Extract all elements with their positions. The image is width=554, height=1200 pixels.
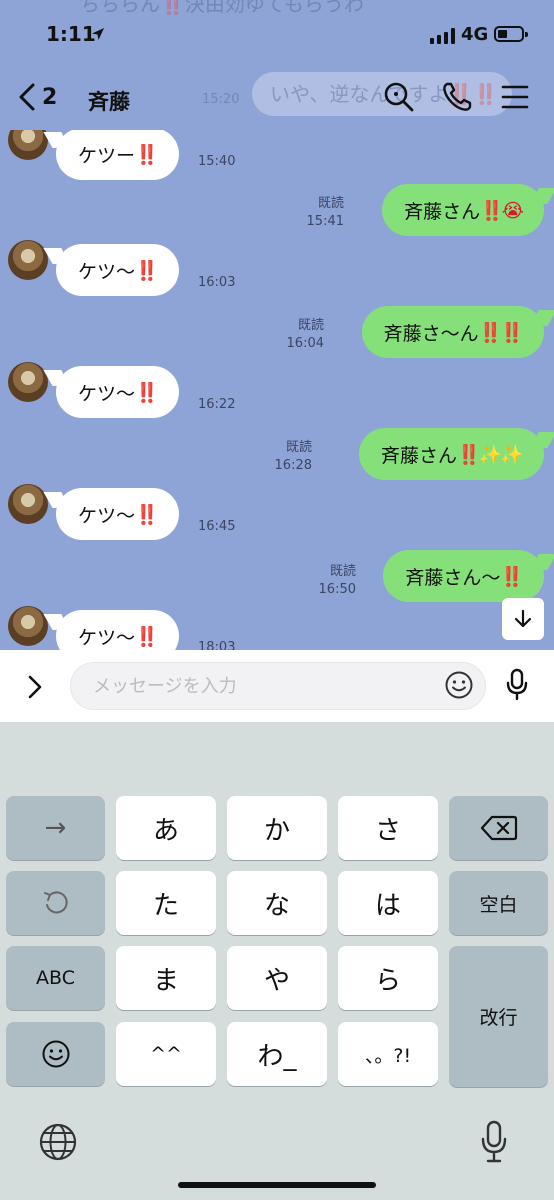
key-punctuation[interactable]: 、。?! [338, 1022, 438, 1086]
incoming-message[interactable]: ケツー ‼️ [56, 130, 179, 180]
message-text: ケツ〜 [78, 504, 136, 527]
chevron-left-icon [19, 83, 35, 111]
key-ma[interactable]: ま [116, 946, 216, 1010]
scroll-to-bottom-button[interactable] [502, 598, 544, 640]
chat-header: 2 斉藤 [0, 64, 554, 130]
dictation-microphone-icon[interactable] [480, 1120, 508, 1164]
return-key[interactable]: 改行 [449, 946, 548, 1087]
status-time: 1:11 [46, 22, 96, 46]
message-time: 18:03 [198, 640, 236, 650]
chat-title: 斉藤 [88, 90, 130, 114]
message-text: ケツー [78, 144, 136, 167]
message-text: 斉藤さ〜ん [383, 322, 479, 345]
message-emoji: ‼️‼️ [478, 321, 524, 344]
search-icon[interactable] [382, 80, 416, 114]
message-text: 斉藤さん [381, 444, 458, 467]
abc-key[interactable]: ABC [6, 946, 105, 1010]
globe-icon[interactable] [38, 1122, 78, 1162]
key-ra[interactable]: ら [338, 946, 438, 1010]
outgoing-message[interactable]: 斉藤さ〜ん ‼️‼️ [361, 306, 544, 358]
key-arrow-right[interactable]: → [6, 796, 105, 860]
smiley-icon [42, 1040, 69, 1068]
message-emoji: ‼️ [135, 503, 159, 526]
emoji-icon[interactable] [444, 670, 474, 700]
message-text: 斉藤さん [404, 200, 481, 223]
avatar[interactable] [8, 240, 48, 280]
key-sa[interactable]: さ [338, 796, 438, 860]
message-time: 16:22 [198, 397, 236, 412]
back-button[interactable]: 2 [18, 82, 57, 112]
read-receipt: 既読 [285, 440, 312, 455]
outgoing-message[interactable]: 斉藤さん ‼️😭 [382, 184, 544, 236]
microphone-icon[interactable] [505, 668, 529, 702]
incoming-message[interactable]: ケツ〜 ‼️ [56, 366, 179, 418]
undo-key[interactable] [6, 871, 105, 935]
battery-icon [494, 26, 528, 42]
message-time: 16:03 [198, 275, 236, 290]
incoming-message[interactable]: ケツ〜 ‼️ [56, 610, 179, 650]
outgoing-message[interactable]: 斉藤さん〜 ‼️ [383, 550, 544, 602]
arrow-down-icon [514, 609, 532, 628]
key-a[interactable]: あ [116, 796, 216, 860]
key-ya[interactable]: や [227, 946, 327, 1010]
message-time: 16:04 [286, 336, 324, 351]
message-emoji: ‼️ [135, 381, 159, 404]
home-indicator [178, 1182, 376, 1188]
incoming-message[interactable]: ケツ〜 ‼️ [56, 244, 179, 296]
menu-icon[interactable] [498, 80, 532, 114]
chevron-right-icon[interactable] [22, 672, 48, 702]
avatar[interactable] [8, 606, 48, 646]
read-receipt: 既読 [317, 196, 344, 211]
network-type: 4G [461, 24, 489, 45]
key-ta[interactable]: た [116, 871, 216, 935]
message-time: 16:50 [318, 582, 356, 597]
message-time: 15:40 [198, 154, 236, 169]
backspace-icon [480, 815, 517, 841]
message-text: ケツ〜 [78, 260, 136, 283]
undo-icon [43, 891, 68, 914]
avatar[interactable] [8, 484, 48, 524]
message-input[interactable] [70, 662, 486, 710]
message-emoji: ‼️✨✨ [457, 443, 524, 466]
outgoing-message[interactable]: 斉藤さん ‼️✨✨ [359, 428, 544, 480]
message-time: 16:28 [274, 458, 312, 473]
unread-count: 2 [42, 84, 58, 110]
avatar[interactable] [8, 362, 48, 402]
message-text: 斉藤さん〜 [405, 566, 501, 589]
message-time: 16:45 [198, 519, 236, 534]
key-ka[interactable]: か [227, 796, 327, 860]
emoji-key[interactable] [6, 1022, 105, 1086]
key-na[interactable]: な [227, 871, 327, 935]
signal-icon [430, 28, 455, 44]
read-receipt: 既読 [329, 564, 356, 579]
avatar[interactable] [8, 130, 48, 160]
key-kaomoji[interactable]: ^^ [116, 1022, 216, 1086]
location-arrow-icon [92, 28, 104, 40]
status-bar: 1:11 4G [0, 0, 554, 64]
message-emoji: ‼️ [135, 625, 159, 648]
message-emoji: ‼️ [135, 259, 159, 282]
backspace-key[interactable] [449, 796, 548, 860]
incoming-message[interactable]: ケツ〜 ‼️ [56, 488, 179, 540]
chat-messages[interactable]: ケツー ‼️ 15:40 既読 15:41 斉藤さん ‼️😭 ケツ〜 ‼️ 16:03… [0, 130, 554, 650]
message-text: ケツ〜 [78, 382, 136, 405]
key-ha[interactable]: は [338, 871, 438, 935]
key-wa[interactable]: わ_ [227, 1022, 327, 1086]
phone-icon[interactable] [440, 80, 474, 114]
message-time: 15:41 [306, 214, 344, 229]
message-text: ケツ〜 [78, 626, 136, 649]
top-bar: ちちらん‼️決由効ゆてもらうわ いや、逆なんですよ‼️‼️ 15:20 1:11… [0, 0, 554, 130]
space-key[interactable]: 空白 [449, 871, 548, 935]
message-emoji: ‼️😭 [480, 199, 524, 222]
message-emoji: ‼️ [135, 143, 159, 166]
read-receipt: 既読 [297, 318, 324, 333]
message-emoji: ‼️ [500, 565, 524, 588]
